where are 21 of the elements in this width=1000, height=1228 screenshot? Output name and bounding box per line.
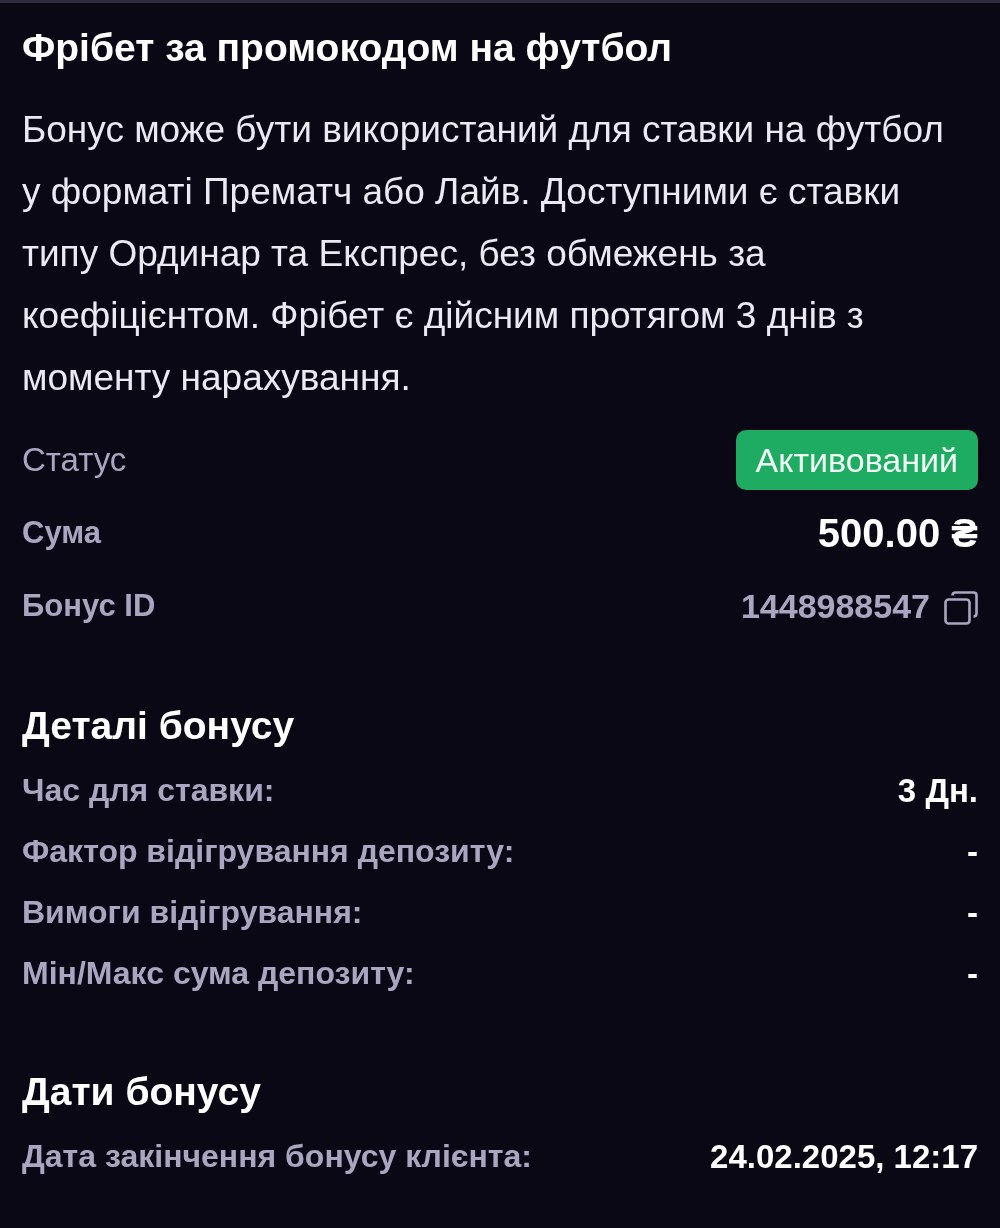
status-badge: Активований [735,430,978,490]
field-label: Статус [22,441,127,479]
detail-value: - [967,893,978,932]
detail-label: Мін/Макс сума депозиту: [22,955,415,992]
amount-value: 500.00 ₴ [817,510,978,556]
section-heading: Дати бонусу [22,1069,262,1115]
copy-icon[interactable] [944,591,978,625]
bonus-title: Фрібет за промокодом на футбол [22,25,674,71]
field-label: Сума [22,515,101,551]
detail-value: - [967,954,978,993]
bonus-description: Бонус може бути використаний для ставки на футбол у форматі Прематч або Лайв. Доступними є ставки типу Ординар та Експрес, без обмежень за коефіцієнтом. Фрібет є дійсним протягом 3 днів з моменту нарахування. [22,108,945,400]
section-heading: Деталі бонусу [22,703,296,749]
detail-label: Час для ставки: [22,772,275,809]
detail-value: 3 Дн. [897,771,978,810]
detail-value: - [967,832,978,871]
detail-label: Фактор відігрування депозиту: [22,833,515,870]
detail-value: 24.02.2025, 12:17 [710,1137,978,1176]
detail-label: Вимоги відігрування: [22,894,363,931]
bonus-id-value: 1448988547 [740,586,930,626]
field-label: Бонус ID [22,588,156,624]
detail-label: Дата закінчення бонусу клієнта: [22,1138,532,1175]
